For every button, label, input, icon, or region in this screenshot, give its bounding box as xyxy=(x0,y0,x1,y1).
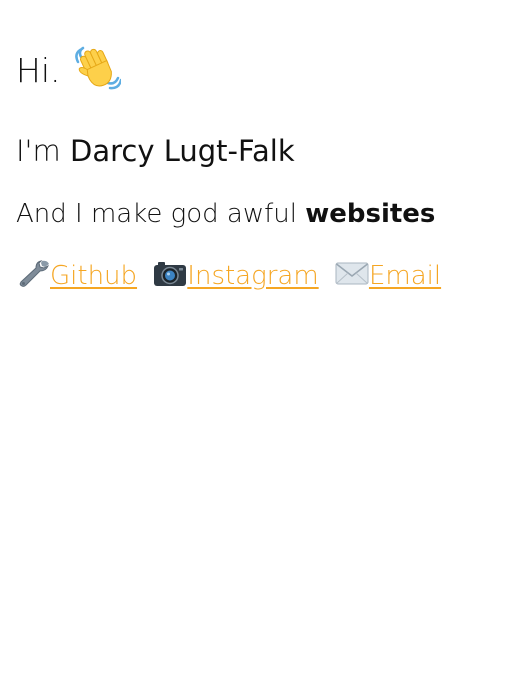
tagline-emphasis: websites xyxy=(305,199,436,229)
wrench-icon xyxy=(16,258,50,288)
email-link[interactable]: Email xyxy=(369,261,441,291)
tagline-prefix: And I make god awful xyxy=(16,199,306,229)
social-links: Github Instagram Email xyxy=(16,254,441,298)
email-link-item: Email xyxy=(335,254,441,298)
greeting-text: Hi. xyxy=(16,51,61,90)
greeting-heading: Hi. xyxy=(16,45,123,96)
tagline: And I make god awful websites xyxy=(16,192,435,236)
page: Hi. I'm Darcy Lugt-Falk And I make god a… xyxy=(0,0,524,688)
github-link-item: Github xyxy=(16,254,137,298)
intro-prefix: I'm xyxy=(16,134,70,168)
github-link[interactable]: Github xyxy=(50,261,137,291)
author-name: Darcy Lugt-Falk xyxy=(70,134,295,168)
envelope-icon xyxy=(335,258,369,288)
instagram-link-item: Instagram xyxy=(153,254,319,298)
instagram-link[interactable]: Instagram xyxy=(187,261,318,291)
waving-hand-icon xyxy=(75,45,123,91)
intro-line: I'm Darcy Lugt-Falk xyxy=(16,128,295,174)
camera-icon xyxy=(153,258,187,288)
